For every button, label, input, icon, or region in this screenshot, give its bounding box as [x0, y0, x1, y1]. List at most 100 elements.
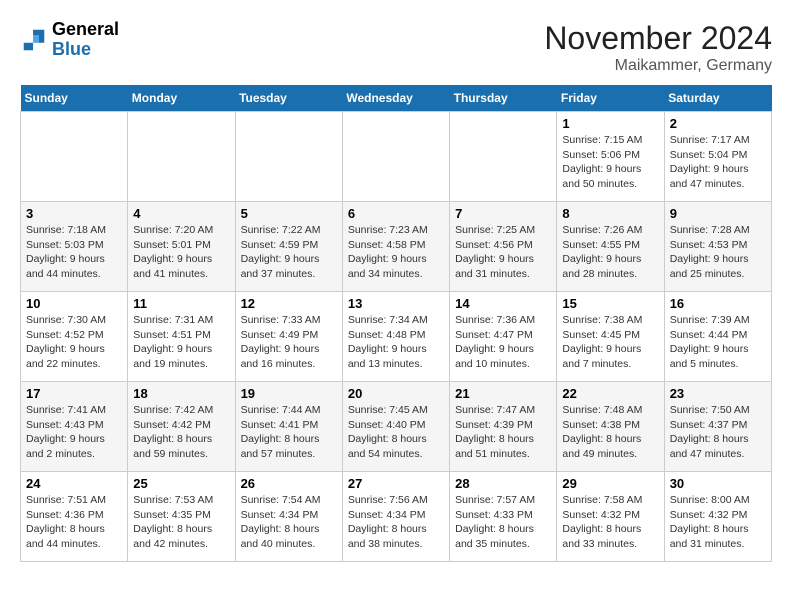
day-number: 5: [241, 206, 337, 221]
calendar-cell: 17 Sunrise: 7:41 AM Sunset: 4:43 PM Dayli…: [21, 382, 128, 472]
day-info: Sunrise: 7:56 AM Sunset: 4:34 PM Dayligh…: [348, 493, 444, 552]
calendar-cell: 1 Sunrise: 7:15 AM Sunset: 5:06 PM Daylig…: [557, 112, 664, 202]
calendar-body: 1 Sunrise: 7:15 AM Sunset: 5:06 PM Daylig…: [21, 112, 772, 562]
day-info: Sunrise: 7:42 AM Sunset: 4:42 PM Dayligh…: [133, 403, 229, 462]
day-of-week-wednesday: Wednesday: [342, 85, 449, 112]
day-info: Sunrise: 7:51 AM Sunset: 4:36 PM Dayligh…: [26, 493, 122, 552]
calendar-cell: 29Sunrise: 7:58 AM Sunset: 4:32 PM Dayli…: [557, 472, 664, 562]
logo-text: General Blue: [52, 20, 119, 60]
day-info: Sunrise: 7:18 AM Sunset: 5:03 PM Dayligh…: [26, 223, 122, 282]
day-info: Sunrise: 7:17 AM Sunset: 5:04 PM Dayligh…: [670, 133, 766, 192]
calendar-cell: 6 Sunrise: 7:23 AM Sunset: 4:58 PM Daylig…: [342, 202, 449, 292]
calendar-cell: 28 Sunrise: 7:57 AM Sunset: 4:33 PM Dayli…: [450, 472, 557, 562]
day-number: 17: [26, 386, 122, 401]
day-number: 2: [670, 116, 766, 131]
day-of-week-saturday: Saturday: [664, 85, 771, 112]
day-info: Sunrise: 7:38 AM Sunset: 4:45 PM Dayligh…: [562, 313, 658, 372]
day-number: 15: [562, 296, 658, 311]
calendar-cell: 9 Sunrise: 7:28 AM Sunset: 4:53 PM Daylig…: [664, 202, 771, 292]
day-number: 14: [455, 296, 551, 311]
calendar-cell: [450, 112, 557, 202]
logo: General Blue: [20, 20, 119, 60]
day-info: Sunrise: 7:50 AM Sunset: 4:37 PM Dayligh…: [670, 403, 766, 462]
day-info: Sunrise: 7:53 AM Sunset: 4:35 PM Dayligh…: [133, 493, 229, 552]
day-info: Sunrise: 7:47 AM Sunset: 4:39 PM Dayligh…: [455, 403, 551, 462]
calendar-cell: 3 Sunrise: 7:18 AM Sunset: 5:03 PM Daylig…: [21, 202, 128, 292]
calendar-cell: 16 Sunrise: 7:39 AM Sunset: 4:44 PM Dayli…: [664, 292, 771, 382]
day-info: Sunrise: 7:45 AM Sunset: 4:40 PM Dayligh…: [348, 403, 444, 462]
week-row-5: 24Sunrise: 7:51 AM Sunset: 4:36 PM Dayli…: [21, 472, 772, 562]
calendar-cell: 30Sunrise: 8:00 AM Sunset: 4:32 PM Dayli…: [664, 472, 771, 562]
day-number: 3: [26, 206, 122, 221]
day-of-week-monday: Monday: [128, 85, 235, 112]
day-number: 11: [133, 296, 229, 311]
day-info: Sunrise: 7:57 AM Sunset: 4:33 PM Dayligh…: [455, 493, 551, 552]
calendar-header: SundayMondayTuesdayWednesdayThursdayFrid…: [21, 85, 772, 112]
calendar-cell: [21, 112, 128, 202]
day-info: Sunrise: 7:33 AM Sunset: 4:49 PM Dayligh…: [241, 313, 337, 372]
calendar-cell: 18 Sunrise: 7:42 AM Sunset: 4:42 PM Dayli…: [128, 382, 235, 472]
calendar-cell: 20 Sunrise: 7:45 AM Sunset: 4:40 PM Dayli…: [342, 382, 449, 472]
calendar-cell: 12 Sunrise: 7:33 AM Sunset: 4:49 PM Dayli…: [235, 292, 342, 382]
day-number: 9: [670, 206, 766, 221]
page-subtitle: Maikammer, Germany: [544, 57, 772, 75]
calendar-cell: [235, 112, 342, 202]
calendar-cell: 13Sunrise: 7:34 AM Sunset: 4:48 PM Dayli…: [342, 292, 449, 382]
day-number: 13: [348, 296, 444, 311]
calendar-cell: 10 Sunrise: 7:30 AM Sunset: 4:52 PM Dayli…: [21, 292, 128, 382]
day-number: 8: [562, 206, 658, 221]
day-info: Sunrise: 7:39 AM Sunset: 4:44 PM Dayligh…: [670, 313, 766, 372]
calendar-cell: 23 Sunrise: 7:50 AM Sunset: 4:37 PM Dayli…: [664, 382, 771, 472]
day-info: Sunrise: 7:20 AM Sunset: 5:01 PM Dayligh…: [133, 223, 229, 282]
day-number: 22: [562, 386, 658, 401]
day-number: 1: [562, 116, 658, 131]
day-info: Sunrise: 7:54 AM Sunset: 4:34 PM Dayligh…: [241, 493, 337, 552]
calendar-cell: 24Sunrise: 7:51 AM Sunset: 4:36 PM Dayli…: [21, 472, 128, 562]
day-info: Sunrise: 7:48 AM Sunset: 4:38 PM Dayligh…: [562, 403, 658, 462]
calendar-cell: 4Sunrise: 7:20 AM Sunset: 5:01 PM Daylig…: [128, 202, 235, 292]
calendar-cell: 11 Sunrise: 7:31 AM Sunset: 4:51 PM Dayli…: [128, 292, 235, 382]
title-block: November 2024 Maikammer, Germany: [544, 20, 772, 75]
calendar-cell: 8 Sunrise: 7:26 AM Sunset: 4:55 PM Daylig…: [557, 202, 664, 292]
logo-blue: Blue: [52, 40, 119, 60]
day-number: 25: [133, 476, 229, 491]
calendar-cell: 22 Sunrise: 7:48 AM Sunset: 4:38 PM Dayli…: [557, 382, 664, 472]
day-number: 18: [133, 386, 229, 401]
day-number: 10: [26, 296, 122, 311]
calendar-cell: 27 Sunrise: 7:56 AM Sunset: 4:34 PM Dayli…: [342, 472, 449, 562]
day-number: 16: [670, 296, 766, 311]
calendar-cell: [342, 112, 449, 202]
day-info: Sunrise: 7:25 AM Sunset: 4:56 PM Dayligh…: [455, 223, 551, 282]
day-number: 12: [241, 296, 337, 311]
week-row-2: 3 Sunrise: 7:18 AM Sunset: 5:03 PM Daylig…: [21, 202, 772, 292]
calendar-cell: 14Sunrise: 7:36 AM Sunset: 4:47 PM Dayli…: [450, 292, 557, 382]
day-number: 30: [670, 476, 766, 491]
day-info: Sunrise: 7:31 AM Sunset: 4:51 PM Dayligh…: [133, 313, 229, 372]
day-number: 28: [455, 476, 551, 491]
day-info: Sunrise: 7:26 AM Sunset: 4:55 PM Dayligh…: [562, 223, 658, 282]
day-info: Sunrise: 7:23 AM Sunset: 4:58 PM Dayligh…: [348, 223, 444, 282]
logo-general: General: [52, 20, 119, 40]
calendar-cell: 25 Sunrise: 7:53 AM Sunset: 4:35 PM Dayli…: [128, 472, 235, 562]
week-row-4: 17 Sunrise: 7:41 AM Sunset: 4:43 PM Dayli…: [21, 382, 772, 472]
day-number: 20: [348, 386, 444, 401]
day-number: 23: [670, 386, 766, 401]
calendar-cell: 2 Sunrise: 7:17 AM Sunset: 5:04 PM Daylig…: [664, 112, 771, 202]
day-number: 6: [348, 206, 444, 221]
calendar-cell: 21 Sunrise: 7:47 AM Sunset: 4:39 PM Dayli…: [450, 382, 557, 472]
week-row-1: 1 Sunrise: 7:15 AM Sunset: 5:06 PM Daylig…: [21, 112, 772, 202]
day-number: 19: [241, 386, 337, 401]
calendar-cell: 15 Sunrise: 7:38 AM Sunset: 4:45 PM Dayli…: [557, 292, 664, 382]
calendar-cell: 7 Sunrise: 7:25 AM Sunset: 4:56 PM Daylig…: [450, 202, 557, 292]
day-info: Sunrise: 7:15 AM Sunset: 5:06 PM Dayligh…: [562, 133, 658, 192]
day-of-week-sunday: Sunday: [21, 85, 128, 112]
day-number: 27: [348, 476, 444, 491]
day-number: 21: [455, 386, 551, 401]
calendar-table: SundayMondayTuesdayWednesdayThursdayFrid…: [20, 85, 772, 562]
day-number: 7: [455, 206, 551, 221]
day-info: Sunrise: 7:22 AM Sunset: 4:59 PM Dayligh…: [241, 223, 337, 282]
day-number: 29: [562, 476, 658, 491]
day-info: Sunrise: 7:28 AM Sunset: 4:53 PM Dayligh…: [670, 223, 766, 282]
day-info: Sunrise: 7:30 AM Sunset: 4:52 PM Dayligh…: [26, 313, 122, 372]
day-info: Sunrise: 7:41 AM Sunset: 4:43 PM Dayligh…: [26, 403, 122, 462]
